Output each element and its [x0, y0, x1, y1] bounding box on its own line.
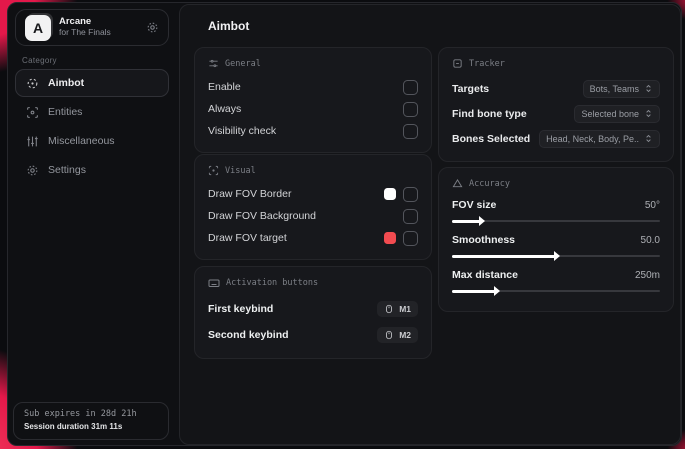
activation-card: Activation buttons First keybind M1 Seco… [194, 266, 432, 359]
fov-size-slider[interactable] [452, 216, 660, 226]
sidebar-item-label: Aimbot [48, 77, 85, 89]
max-distance-value: 250m [634, 269, 660, 281]
chevrons-up-down-icon [644, 84, 653, 93]
chevrons-up-down-icon [644, 109, 653, 118]
chevrons-up-down-icon [644, 134, 653, 143]
eye-scan-icon [26, 106, 39, 119]
sub-expiry-text: Sub expires in 28d 21h [24, 409, 137, 419]
gear-icon [26, 164, 39, 177]
sidebar-item-aimbot[interactable]: Aimbot [15, 69, 169, 97]
category-label: Category [22, 56, 57, 65]
always-checkbox[interactable] [403, 101, 418, 117]
targets-select[interactable]: Bots, Teams [582, 79, 660, 98]
crosshair-icon [26, 77, 39, 90]
sidebar-item-entities[interactable]: Entities [15, 98, 169, 126]
fov-background-checkbox[interactable] [403, 208, 418, 224]
setting-row-enable: Enable [208, 76, 418, 98]
visual-card: Visual Draw FOV Border Draw FOV Backgrou… [194, 154, 432, 260]
setting-row-fov-target: Draw FOV target [208, 227, 418, 249]
setting-row-smoothness: Smoothness 50.0 [452, 231, 660, 261]
sidebar-item-miscellaneous[interactable]: Miscellaneous [15, 127, 169, 155]
smoothness-slider[interactable] [452, 251, 660, 261]
app-logo: A [25, 14, 51, 41]
setting-row-fov-size: FOV size 50° [452, 196, 660, 226]
app-subtitle: for The Finals [59, 27, 111, 38]
setting-row-fov-border: Draw FOV Border [208, 183, 418, 205]
first-keybind-button[interactable]: M1 [377, 301, 418, 317]
card-title: General [225, 58, 261, 69]
find-bone-type-select[interactable]: Selected bone [574, 104, 660, 123]
slider-thumb[interactable] [554, 251, 560, 261]
mouse-icon [384, 304, 394, 314]
setting-row-second-keybind: Second keybind M2 [208, 322, 418, 348]
setting-row-find-bone-type: Find bone type Selected bone [452, 101, 660, 126]
sidebar-nav: Aimbot Entities Miscellaneous Settings [15, 69, 169, 185]
setting-row-bones-selected: Bones Selected Head, Neck, Body, Pe.. [452, 126, 660, 151]
frame-minus-icon [452, 58, 463, 69]
fov-border-checkbox[interactable] [403, 186, 418, 202]
bones-selected-select[interactable]: Head, Neck, Body, Pe.. [539, 129, 660, 148]
page-title: Aimbot [208, 19, 250, 33]
main-panel: Aimbot General Enable Always Visibility … [179, 4, 681, 445]
brand-card: A Arcane for The Finals [15, 9, 169, 46]
fov-target-checkbox[interactable] [403, 230, 418, 246]
triangle-icon [452, 178, 463, 189]
sidebar: A Arcane for The Finals Category Aimbot [8, 3, 174, 445]
setting-row-fov-background: Draw FOV Background [208, 205, 418, 227]
sidebar-item-settings[interactable]: Settings [15, 156, 169, 184]
subscription-info: Sub expires in 28d 21h Session duration … [13, 402, 169, 440]
sidebar-item-label: Entities [48, 106, 83, 118]
setting-row-visibility-check: Visibility check [208, 120, 418, 142]
card-title: Activation buttons [226, 278, 319, 288]
card-title: Accuracy [469, 178, 510, 189]
accuracy-card: Accuracy FOV size 50° Smoothness 50.0 Ma… [438, 167, 674, 312]
visibility-check-checkbox[interactable] [403, 123, 418, 139]
max-distance-slider[interactable] [452, 286, 660, 296]
fov-target-color-swatch[interactable] [384, 232, 396, 244]
app-window: A Arcane for The Finals Category Aimbot [7, 2, 682, 446]
sliders-icon [26, 135, 39, 148]
keyboard-icon [208, 277, 220, 289]
session-duration-text: Session duration 31m 11s [24, 422, 123, 431]
focus-icon [208, 165, 219, 176]
setting-row-always: Always [208, 98, 418, 120]
setting-row-max-distance: Max distance 250m [452, 266, 660, 296]
tracker-card: Tracker Targets Bots, Teams Find bone ty… [438, 47, 674, 162]
slider-thumb[interactable] [493, 286, 500, 296]
enable-checkbox[interactable] [403, 79, 418, 95]
fov-border-color-swatch[interactable] [384, 188, 396, 200]
second-keybind-button[interactable]: M2 [377, 327, 418, 343]
gear-icon[interactable] [146, 21, 159, 34]
setting-row-first-keybind: First keybind M1 [208, 296, 418, 322]
slider-thumb[interactable] [479, 216, 486, 226]
mouse-icon [384, 330, 394, 340]
sidebar-item-label: Miscellaneous [48, 135, 115, 147]
fov-size-value: 50° [644, 199, 660, 211]
sliders-horizontal-icon [208, 58, 219, 69]
general-card: General Enable Always Visibility check [194, 47, 432, 153]
smoothness-value: 50.0 [640, 234, 660, 246]
setting-row-targets: Targets Bots, Teams [452, 76, 660, 101]
card-title: Visual [225, 165, 256, 176]
card-title: Tracker [469, 58, 505, 69]
sidebar-item-label: Settings [48, 164, 86, 176]
